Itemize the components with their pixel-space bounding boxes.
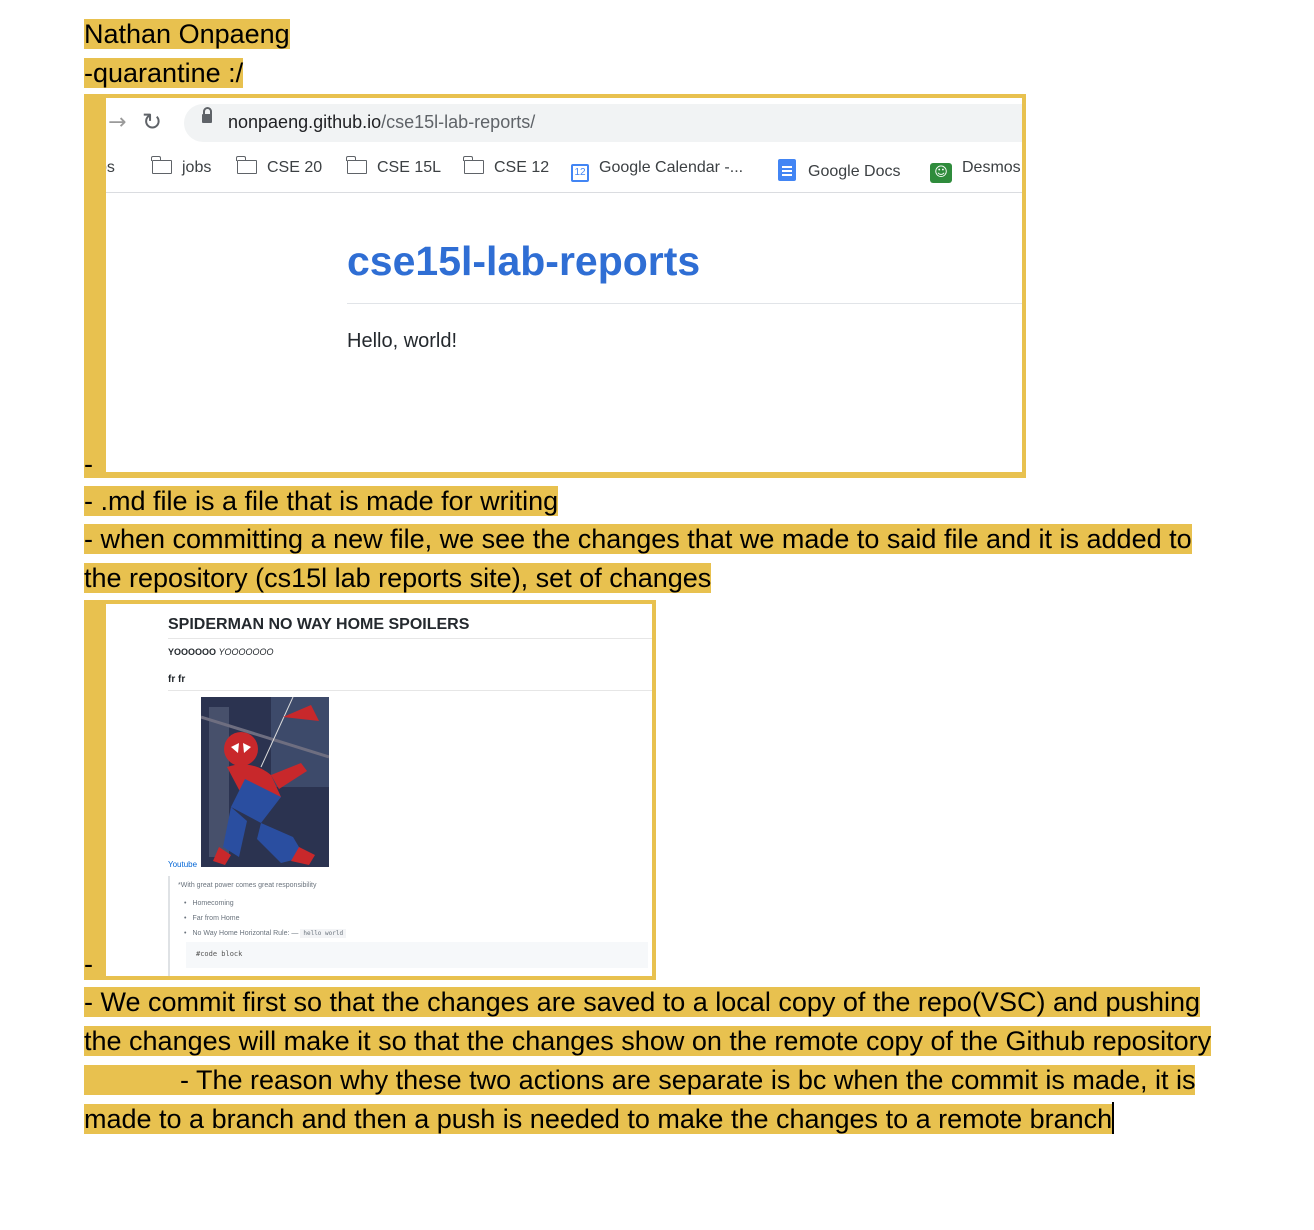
youtube-link[interactable]: Youtube — [168, 860, 197, 869]
reload-icon[interactable]: ↻ — [142, 108, 162, 136]
reason-note-1: - The reason why these two actions are s… — [84, 1062, 1196, 1098]
page-title: cse15l-lab-reports — [347, 238, 701, 284]
list-item: Far from Home — [184, 915, 346, 930]
address-bar: → ↻ nonpaeng.github.io/cse15l-lab-report… — [106, 98, 1022, 148]
folder-icon — [463, 156, 484, 174]
reason-note-2: made to a branch and then a push is need… — [84, 1102, 1115, 1134]
preview-heading-3: fr fr — [168, 674, 186, 685]
dash-marker: - — [84, 949, 93, 979]
bookmark-google-calendar[interactable]: 12 Google Calendar -... — [571, 159, 743, 182]
md-note: - .md file is a file that is made for wr… — [84, 486, 559, 516]
url-text: nonpaeng.github.io/cse15l-lab-reports/ — [228, 112, 536, 132]
bookmark-jobs[interactable]: jobs — [151, 156, 211, 177]
url-field[interactable]: nonpaeng.github.io/cse15l-lab-reports/ — [184, 104, 1022, 142]
folder-icon — [236, 156, 257, 174]
folder-icon — [346, 156, 367, 174]
text-cursor — [1112, 1102, 1115, 1134]
preview-heading-1: SPIDERMAN NO WAY HOME SPOILERS — [168, 616, 470, 633]
markdown-preview-screenshot: SPIDERMAN NO WAY HOME SPOILERS YOOOOOO Y… — [84, 600, 656, 980]
desmos-icon: ☺ — [930, 163, 952, 183]
folder-icon — [151, 156, 172, 174]
google-docs-icon — [778, 159, 796, 181]
list-item: Homecoming — [184, 900, 346, 915]
bookmark-cse20[interactable]: CSE 20 — [236, 156, 322, 177]
bookmark-google-docs[interactable]: Google Docs — [778, 159, 901, 181]
lock-icon — [202, 107, 212, 123]
page-body-text: Hello, world! — [347, 330, 458, 352]
heading-divider — [168, 638, 652, 639]
push-note-2: the changes will make it so that the cha… — [84, 1026, 1212, 1056]
preview-list: Homecoming Far from Home No Way Home Hor… — [184, 900, 347, 945]
browser-screenshot: → ↻ nonpaeng.github.io/cse15l-lab-report… — [84, 94, 1026, 478]
bookmarks-bar: ps jobs CSE 20 CSE 15L CSE 12 12Google C… — [106, 148, 1022, 193]
blockquote: *With great power comes great responsibi… — [168, 876, 652, 976]
bookmark-desmos[interactable]: ☺ Desmos — [930, 159, 1021, 183]
quarantine-note: -quarantine :/ — [84, 58, 244, 88]
spiderman-comic-cover-image — [201, 697, 329, 867]
heading-divider — [168, 690, 652, 691]
author-name: Nathan Onpaeng — [84, 19, 290, 49]
quote-text: *With great power comes great responsibi… — [178, 882, 317, 889]
inline-code: hello world — [300, 929, 347, 938]
dash-marker: - — [84, 449, 93, 479]
forward-arrow-icon[interactable]: → — [108, 110, 126, 135]
commit-note-2: the repository (cs15l lab reports site),… — [84, 563, 712, 593]
bookmark-cse15l[interactable]: CSE 15L — [346, 156, 441, 177]
calendar-icon: 12 — [571, 164, 589, 182]
bookmark-cse12[interactable]: CSE 12 — [463, 156, 549, 177]
commit-note-1: - when committing a new file, we see the… — [84, 524, 1192, 554]
title-divider — [347, 303, 1022, 304]
code-block: #code block — [186, 942, 648, 968]
bookmark-apps[interactable]: ps — [106, 159, 115, 177]
push-note-1: - We commit first so that the changes ar… — [84, 987, 1201, 1017]
preview-heading-2: YOOOOOO YOOOOOOO — [168, 647, 274, 657]
